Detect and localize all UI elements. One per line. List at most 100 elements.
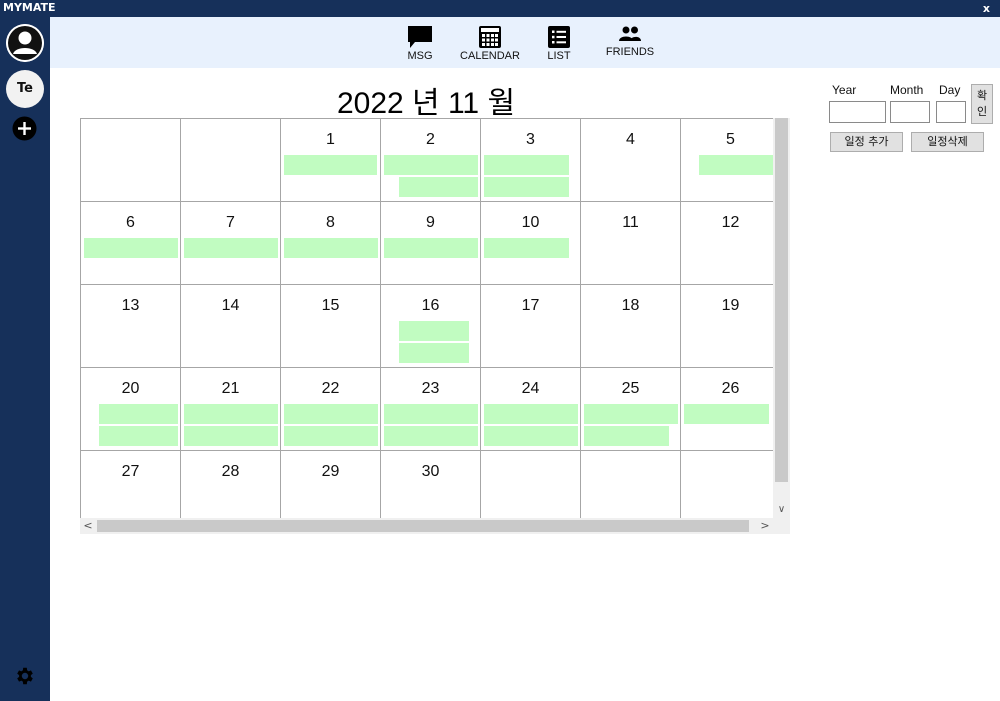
day-number: 2 xyxy=(426,131,435,148)
room-avatar[interactable]: Te xyxy=(6,70,44,108)
event-bar[interactable] xyxy=(184,426,278,446)
day-cell-11[interactable]: 11 xyxy=(581,202,681,285)
chat-icon xyxy=(408,26,432,48)
day-cell-6[interactable]: 6 xyxy=(81,202,181,285)
day-cell-23[interactable]: 23 xyxy=(381,368,481,451)
day-cell-9[interactable]: 9 xyxy=(381,202,481,285)
day-number: 7 xyxy=(226,214,235,231)
day-cell-17[interactable]: 17 xyxy=(481,285,581,368)
day-cell-3[interactable]: 3 xyxy=(481,119,581,202)
vertical-scrollbar[interactable]: ∨ xyxy=(773,118,790,518)
day-number: 29 xyxy=(321,463,340,480)
event-bar[interactable] xyxy=(284,426,378,446)
day-number: 18 xyxy=(621,297,640,314)
year-input[interactable] xyxy=(829,101,886,123)
event-bar[interactable] xyxy=(284,404,378,424)
day-cell-22[interactable]: 22 xyxy=(281,368,381,451)
nav-list-label: LIST xyxy=(547,50,571,62)
event-bar[interactable] xyxy=(484,155,569,175)
event-bar[interactable] xyxy=(384,426,478,446)
event-bar[interactable] xyxy=(684,404,769,424)
day-cell-8[interactable]: 8 xyxy=(281,202,381,285)
day-number: 9 xyxy=(426,214,435,231)
day-cell-29[interactable]: 29 xyxy=(281,451,381,518)
scrollbar-thumb[interactable] xyxy=(97,520,749,532)
day-cell-27[interactable]: 27 xyxy=(81,451,181,518)
nav-msg[interactable]: MSG xyxy=(403,17,437,68)
day-cell-18[interactable]: 18 xyxy=(581,285,681,368)
day-cell-13[interactable]: 13 xyxy=(81,285,181,368)
close-button[interactable]: x xyxy=(983,0,990,17)
scroll-left-arrow[interactable]: < xyxy=(80,518,96,534)
day-cell-5[interactable]: 5 xyxy=(681,119,773,202)
event-bar[interactable] xyxy=(399,177,478,197)
day-number: 27 xyxy=(121,463,140,480)
day-cell-14[interactable]: 14 xyxy=(181,285,281,368)
day-cell-7[interactable]: 7 xyxy=(181,202,281,285)
add-schedule-button[interactable]: 일정 추가 xyxy=(830,132,903,152)
scroll-right-arrow[interactable]: > xyxy=(757,518,773,534)
event-bar[interactable] xyxy=(484,404,578,424)
day-cell-28[interactable]: 28 xyxy=(181,451,281,518)
day-input[interactable] xyxy=(936,101,966,123)
day-number: 14 xyxy=(221,297,240,314)
delete-schedule-button[interactable]: 일정삭제 xyxy=(911,132,984,152)
event-bar[interactable] xyxy=(384,238,478,258)
event-bar[interactable] xyxy=(99,426,178,446)
user-avatar-icon[interactable] xyxy=(6,24,44,62)
day-cell-21[interactable]: 21 xyxy=(181,368,281,451)
empty-day-cell xyxy=(481,451,581,518)
event-bar[interactable] xyxy=(84,238,178,258)
event-bar[interactable] xyxy=(384,404,478,424)
day-number: 28 xyxy=(221,463,240,480)
day-cell-25[interactable]: 25 xyxy=(581,368,681,451)
day-cell-26[interactable]: 26 xyxy=(681,368,773,451)
day-cell-4[interactable]: 4 xyxy=(581,119,681,202)
day-cell-12[interactable]: 12 xyxy=(681,202,773,285)
day-number: 5 xyxy=(726,131,735,148)
year-label: Year xyxy=(832,83,857,97)
day-number: 11 xyxy=(622,214,639,231)
event-bar[interactable] xyxy=(284,155,377,175)
event-bar[interactable] xyxy=(484,177,569,197)
month-input[interactable] xyxy=(890,101,930,123)
event-bar[interactable] xyxy=(584,426,669,446)
event-bar[interactable] xyxy=(399,343,469,363)
nav-calendar[interactable]: CALENDAR xyxy=(460,17,520,68)
day-cell-1[interactable]: 1 xyxy=(281,119,381,202)
event-bar[interactable] xyxy=(284,238,378,258)
event-bar[interactable] xyxy=(99,404,178,424)
calendar-grid: 1 2 3 4 5 6 7 8 9 10 11 12 13 14 15 16 17 18 19 20 21 22 23 24 2… xyxy=(80,118,773,518)
day-number: 22 xyxy=(321,380,340,397)
top-navigation: MSG CALENDAR LIST FRIENDS xyxy=(50,17,1000,68)
event-bar[interactable] xyxy=(384,155,478,175)
empty-day-cell xyxy=(581,451,681,518)
day-cell-30[interactable]: 30 xyxy=(381,451,481,518)
horizontal-scrollbar[interactable]: < > xyxy=(80,518,790,534)
day-cell-20[interactable]: 20 xyxy=(81,368,181,451)
day-cell-10[interactable]: 10 xyxy=(481,202,581,285)
confirm-button[interactable]: 확인 xyxy=(971,84,993,124)
day-number: 15 xyxy=(321,297,340,314)
day-cell-19[interactable]: 19 xyxy=(681,285,773,368)
day-number: 19 xyxy=(721,297,740,314)
event-bar[interactable] xyxy=(184,238,278,258)
gear-icon[interactable] xyxy=(14,665,36,687)
scrollbar-thumb[interactable] xyxy=(775,118,788,482)
event-bar[interactable] xyxy=(484,238,569,258)
event-bar[interactable] xyxy=(699,155,773,175)
plus-circle-icon[interactable] xyxy=(12,116,37,141)
scroll-down-arrow[interactable]: ∨ xyxy=(773,502,790,518)
day-cell-16[interactable]: 16 xyxy=(381,285,481,368)
event-bar[interactable] xyxy=(584,404,678,424)
day-cell-15[interactable]: 15 xyxy=(281,285,381,368)
nav-friends[interactable]: FRIENDS xyxy=(603,17,657,68)
day-number: 4 xyxy=(626,131,635,148)
nav-calendar-label: CALENDAR xyxy=(460,50,520,62)
event-bar[interactable] xyxy=(399,321,469,341)
day-cell-2[interactable]: 2 xyxy=(381,119,481,202)
event-bar[interactable] xyxy=(184,404,278,424)
event-bar[interactable] xyxy=(484,426,578,446)
day-cell-24[interactable]: 24 xyxy=(481,368,581,451)
nav-list[interactable]: LIST xyxy=(544,17,574,68)
